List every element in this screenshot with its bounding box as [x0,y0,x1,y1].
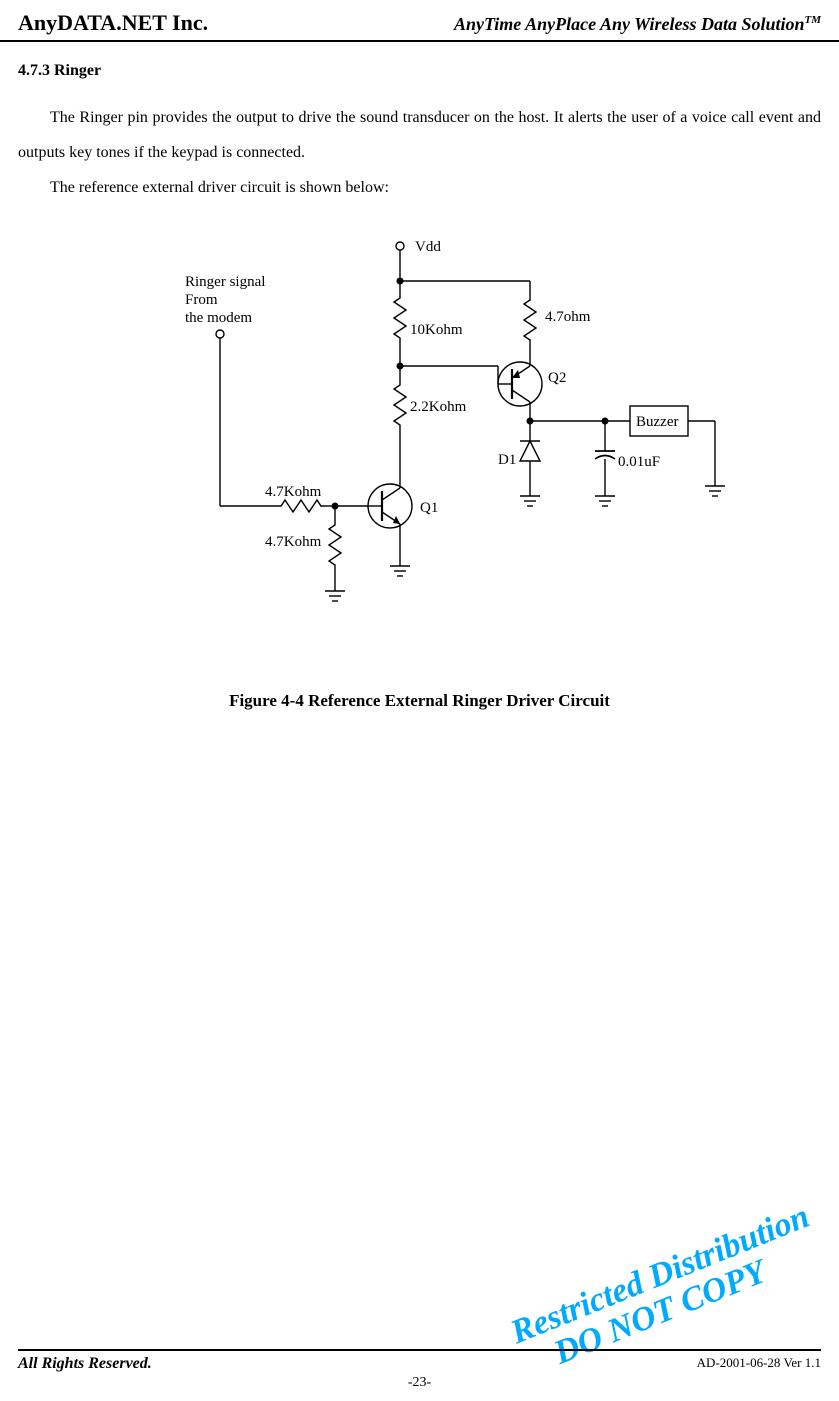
label-r47k-b: 4.7Kohm [265,534,322,550]
label-vdd: Vdd [415,239,441,255]
section-title: 4.7.3 Ringer [0,42,839,80]
label-q2: Q2 [548,370,566,386]
watermark-line1: Restricted Distribution [505,1198,814,1352]
page-footer: All Rights Reserved. AD-2001-06-28 Ver 1… [18,1349,821,1401]
paragraph-1: The Ringer pin provides the output to dr… [18,100,821,170]
circuit-figure: Vdd 4.7ohm 10Kohm Q2 2.2Kohm Buzzer 0.01… [0,226,839,641]
label-buzzer: Buzzer [636,414,678,430]
footer-page: -23- [18,1375,821,1401]
label-ringer-1: Ringer signal [185,274,265,290]
label-q1: Q1 [420,500,438,516]
watermark: Restricted Distribution DO NOT COPY [501,1256,819,1331]
label-ringer-2: From [185,292,218,308]
label-r22k: 2.2Kohm [410,399,467,415]
tagline-sup: TM [805,14,822,26]
label-r47k-a: 4.7Kohm [265,484,322,500]
body-text: The Ringer pin provides the output to dr… [0,80,839,206]
label-c1: 0.01uF [618,454,660,470]
footer-right: AD-2001-06-28 Ver 1.1 [697,1355,821,1373]
page-header: AnyDATA.NET Inc. AnyTime AnyPlace Any Wi… [0,0,839,42]
tagline-text: AnyTime AnyPlace Any Wireless Data Solut… [454,14,805,34]
footer-left: All Rights Reserved. [18,1355,152,1373]
paragraph-2: The reference external driver circuit is… [18,170,821,205]
company-name: AnyDATA.NET Inc. [18,10,208,36]
label-ringer-3: the modem [185,310,252,326]
label-d1: D1 [498,452,516,468]
tagline: AnyTime AnyPlace Any Wireless Data Solut… [454,14,821,35]
label-r47ohm: 4.7ohm [545,309,591,325]
figure-caption: Figure 4-4 Reference External Ringer Dri… [0,691,839,711]
label-r10k: 10Kohm [410,322,463,338]
